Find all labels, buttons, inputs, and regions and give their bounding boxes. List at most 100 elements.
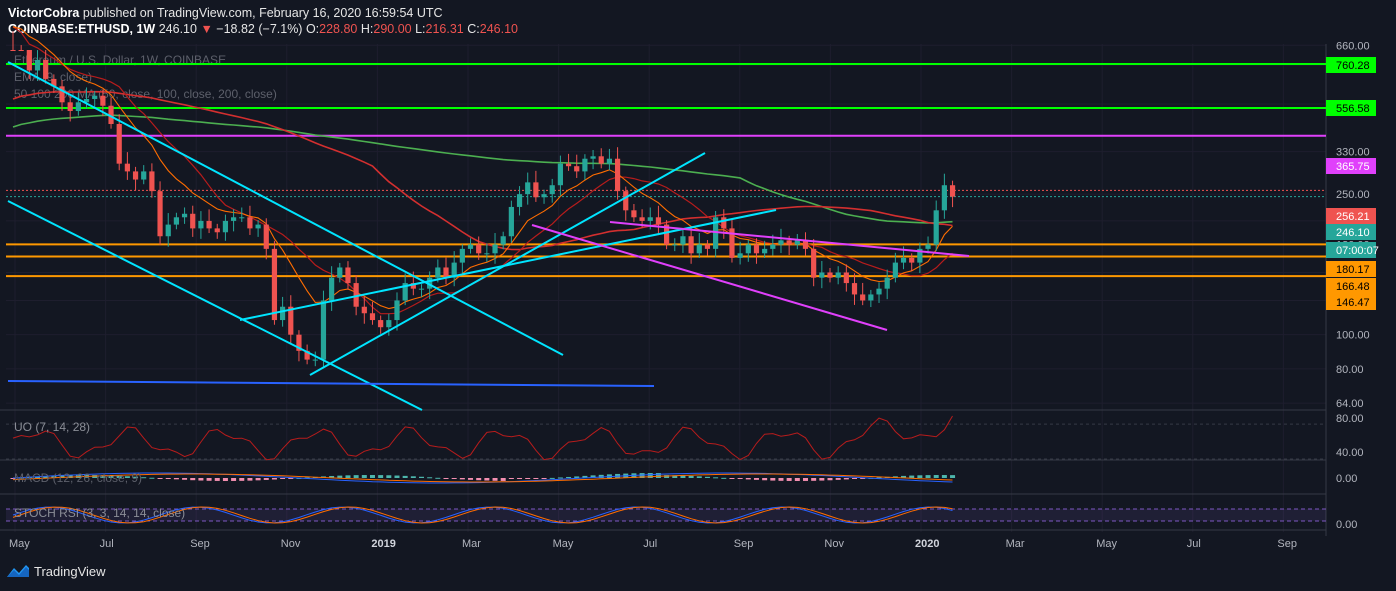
tradingview-brand[interactable]: TradingView (6, 563, 106, 579)
candle-body (443, 267, 449, 278)
uo-tick-label: 80.00 (1336, 413, 1364, 425)
candle-body (345, 267, 351, 284)
candle-body (34, 59, 41, 71)
macd-histogram-bar (737, 478, 743, 479)
x-tick-label: Nov (824, 538, 844, 550)
candle-body (222, 220, 229, 233)
candle-body (672, 244, 678, 246)
candle-body (835, 272, 841, 278)
candle-body (247, 217, 253, 229)
candle-body (639, 217, 645, 221)
macd-histogram-bar (263, 478, 269, 480)
candle-body (500, 236, 506, 245)
x-tick-label: Jul (643, 538, 657, 550)
candle-body (606, 158, 613, 164)
candle-body (386, 320, 392, 328)
candle-body (549, 185, 555, 195)
x-tick-label: Jul (1187, 538, 1201, 550)
macd-histogram-bar (688, 475, 694, 478)
macd-histogram-bar (843, 478, 849, 480)
brand-name: TradingView (34, 563, 106, 579)
tradingview-logo-icon (7, 565, 29, 577)
candle-body (704, 244, 711, 249)
x-tick-label: May (1096, 538, 1117, 550)
y-tick-label: 80.00 (1336, 364, 1364, 376)
macd-histogram-bar (925, 475, 931, 478)
macd-histogram-bar (753, 478, 759, 480)
macd-histogram-bar (909, 475, 915, 478)
candle-body (680, 236, 686, 245)
candle-body (320, 300, 327, 360)
chart-canvas[interactable]: Ethereum / U.S. Dollar, 1W, COINBASE EMA… (0, 0, 1396, 591)
x-tick-label: Sep (734, 538, 754, 550)
candle-body (892, 262, 898, 278)
macd-histogram-bar (214, 478, 220, 481)
candle-body (590, 156, 596, 159)
candle-body (843, 272, 849, 284)
macd-histogram-bar (182, 478, 188, 480)
candle-body (157, 191, 163, 237)
price-tag-label: 556.58 (1336, 103, 1370, 115)
candle-body (778, 240, 784, 245)
macd-histogram-bar (778, 478, 784, 481)
candle-body (762, 248, 768, 254)
macd-histogram-bar (198, 478, 204, 481)
macd-histogram-bar (231, 478, 237, 481)
x-tick-label: Jul (100, 538, 114, 550)
macd-histogram-bar (500, 478, 506, 481)
candle-body (100, 95, 106, 106)
candle-body (476, 244, 482, 254)
macd-histogram-bar (239, 478, 245, 481)
macd-histogram-bar (541, 478, 547, 479)
macd-histogram-bar (508, 478, 514, 479)
candle-body (949, 185, 956, 197)
candle-body (614, 158, 621, 192)
candle-body (933, 210, 939, 245)
price-tag-label: 246.10 (1336, 227, 1370, 239)
candle-body (745, 244, 751, 254)
macd-histogram-bar (802, 478, 808, 481)
candle-body (173, 217, 179, 225)
y-tick-label: 100.00 (1336, 330, 1370, 342)
candle-body (631, 210, 637, 218)
candle-body (361, 306, 367, 314)
macd-histogram-bar (557, 477, 563, 479)
candle-body (75, 102, 81, 111)
candle-body (876, 288, 882, 295)
macd-label: MACD (12, 26, close, 9) (14, 471, 142, 485)
candle-body (280, 306, 286, 321)
macd-histogram-bar (468, 478, 474, 480)
macd-histogram-bar (933, 475, 939, 478)
macd-histogram-bar (206, 478, 212, 481)
candle-body (198, 220, 204, 229)
macd-histogram-bar (729, 478, 735, 479)
macd-histogram-bar (386, 475, 392, 478)
candle-body (794, 240, 800, 245)
macd-histogram-bar (827, 478, 833, 481)
candle-body (688, 236, 694, 254)
macd-histogram-bar (173, 478, 179, 480)
candle-body (206, 220, 212, 229)
candle-body (329, 277, 335, 301)
macd-histogram-bar (190, 478, 196, 481)
macd-histogram-bar (451, 478, 457, 479)
price-tag-label: 256.21 (1336, 211, 1370, 223)
macd-histogram-bar (402, 475, 408, 478)
candle-body (263, 224, 269, 249)
candle-body (647, 217, 653, 221)
candle-body (811, 248, 817, 278)
macd-histogram-bar (713, 477, 719, 479)
macd-histogram-bar (280, 478, 286, 480)
candle-body (435, 267, 441, 278)
candle-body (230, 217, 237, 221)
candle-body (557, 163, 563, 186)
macd-histogram-bar (369, 475, 375, 478)
candle-body (418, 288, 425, 290)
macd-histogram-bar (378, 475, 384, 478)
price-tag-label: 180.17 (1336, 264, 1370, 276)
x-tick-label: Mar (462, 538, 481, 550)
macd-tick-label: 0.00 (1336, 473, 1357, 485)
candle-body (124, 163, 130, 172)
macd-histogram-bar (566, 476, 572, 478)
macd-histogram-bar (394, 475, 400, 478)
